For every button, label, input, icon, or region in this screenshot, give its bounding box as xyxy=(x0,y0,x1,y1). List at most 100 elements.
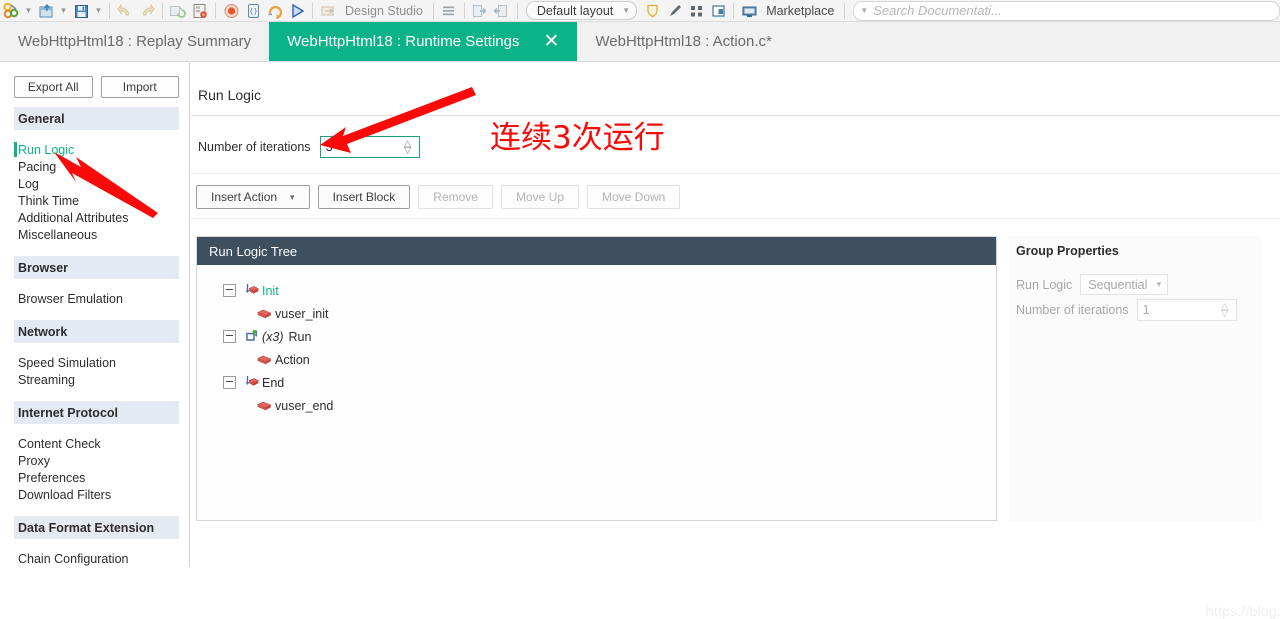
button-label: Insert Action xyxy=(211,190,278,204)
iterations-stepper[interactable]: 3 △ ▽ xyxy=(319,136,420,158)
toolbar-separator xyxy=(516,2,518,19)
chevron-down-icon[interactable]: ▼ xyxy=(860,6,868,15)
sidebar-item-pacing[interactable]: Pacing xyxy=(0,158,189,175)
button-label: Insert Block xyxy=(332,190,396,204)
run-icon[interactable] xyxy=(286,1,308,21)
sidebar-item-run-logic[interactable]: Run Logic xyxy=(0,141,189,158)
group-run-logic-label: Run Logic xyxy=(1016,277,1073,292)
chevron-down-icon: ▾ xyxy=(1156,279,1162,289)
marketplace-label[interactable]: Marketplace xyxy=(760,4,840,18)
record-icon[interactable] xyxy=(220,1,242,21)
group-properties-title: Group Properties xyxy=(1016,244,1119,258)
toolbar-separator xyxy=(109,2,110,19)
stepper-arrows-icon[interactable]: △ ▽ xyxy=(1217,302,1236,317)
tree-node-action[interactable]: Action xyxy=(197,348,996,371)
sidebar-item-browser-emulation[interactable]: Browser Emulation xyxy=(0,290,189,307)
chevron-down-icon[interactable]: ▼ xyxy=(22,1,35,21)
action-brick-icon xyxy=(257,306,275,321)
sidebar-item-preferences[interactable]: Preferences xyxy=(0,469,189,486)
sidebar-item-speed-simulation[interactable]: Speed Simulation xyxy=(0,354,189,371)
brush-icon[interactable] xyxy=(663,1,685,21)
collapse-icon[interactable] xyxy=(223,284,236,297)
tree-node-label: Action xyxy=(275,352,310,367)
marketplace-icon[interactable] xyxy=(738,1,760,21)
compile-script-icon[interactable] xyxy=(189,1,211,21)
step-into-icon xyxy=(469,1,491,21)
layout-selector[interactable]: Default layout ▼ xyxy=(525,1,638,20)
panel-icon[interactable] xyxy=(707,1,729,21)
sidebar-item-label: Proxy xyxy=(18,453,50,468)
collapse-icon[interactable] xyxy=(223,376,236,389)
layout-label: Default layout xyxy=(536,3,614,18)
close-icon[interactable]: ✕ xyxy=(535,32,567,51)
save-icon[interactable] xyxy=(70,1,92,21)
sidebar-item-proxy[interactable]: Proxy xyxy=(0,452,189,469)
step-over-icon xyxy=(491,1,513,21)
run-logic-tree-body[interactable]: Init vuser_init (x3) Run Action End vuse… xyxy=(197,265,996,520)
end-block-icon xyxy=(244,375,262,390)
button-label: Remove xyxy=(433,190,478,204)
group-iterations-stepper[interactable]: 1 △ ▽ xyxy=(1136,299,1237,321)
chevron-down-icon: ▾ xyxy=(290,191,295,202)
runtime-viewer-icon[interactable]: {} xyxy=(242,1,264,21)
new-script-icon[interactable] xyxy=(35,1,57,21)
grid-icon[interactable] xyxy=(685,1,707,21)
page-title: Run Logic xyxy=(198,87,262,103)
tab-label: WebHttpHtml18 : Action.c* xyxy=(595,33,772,50)
tab-replay-summary[interactable]: WebHttpHtml18 : Replay Summary xyxy=(0,22,269,61)
chevron-down-icon[interactable]: ▼ xyxy=(92,1,105,21)
divider xyxy=(191,218,1280,219)
tree-node-label: Run xyxy=(288,329,312,344)
chevron-down-icon[interactable]: ▼ xyxy=(57,1,70,21)
sidebar-section-browser: Browser xyxy=(14,256,179,279)
button-label: Move Up xyxy=(515,190,564,204)
sidebar-item-download-filters[interactable]: Download Filters xyxy=(0,486,189,503)
tree-node-run[interactable]: (x3) Run xyxy=(197,325,996,348)
button-label: Move Down xyxy=(602,190,666,204)
tree-node-vuser-init[interactable]: vuser_init xyxy=(197,302,996,325)
insert-action-button[interactable]: Insert Action ▾ xyxy=(196,185,310,209)
stepper-arrows-icon[interactable]: △ ▽ xyxy=(400,139,419,154)
import-button[interactable]: Import xyxy=(100,76,179,98)
sidebar-item-additional-attributes[interactable]: Additional Attributes xyxy=(0,209,189,226)
run-logic-panel: Run Logic Number of iterations 3 △ ▽ Inse… xyxy=(191,63,1280,619)
search-placeholder: Search Documentati... xyxy=(873,3,1002,18)
sidebar-item-label: Miscellaneous xyxy=(18,227,98,242)
sidebar-item-label: Content Check xyxy=(18,436,101,451)
sidebar-item-label: Additional Attributes xyxy=(18,210,129,225)
divider xyxy=(191,115,1280,116)
sidebar-item-chain-configuration[interactable]: Chain Configuration xyxy=(0,550,189,567)
collapse-icon[interactable] xyxy=(223,330,236,343)
move-up-button: Move Up xyxy=(500,185,579,209)
shield-icon[interactable] xyxy=(641,1,663,21)
export-all-button[interactable]: Export All xyxy=(14,76,93,98)
tree-node-init[interactable]: Init xyxy=(197,279,996,302)
sidebar-item-content-check[interactable]: Content Check xyxy=(0,435,189,452)
iterations-label: Number of iterations xyxy=(198,140,311,154)
divider xyxy=(191,173,1280,174)
tree-node-end[interactable]: End xyxy=(197,371,996,394)
tab-runtime-settings[interactable]: WebHttpHtml18 : Runtime Settings ✕ xyxy=(269,22,578,61)
tab-action-c[interactable]: WebHttpHtml18 : Action.c* xyxy=(577,22,789,61)
open-solution-icon[interactable] xyxy=(0,1,22,21)
tree-node-vuser-end[interactable]: vuser_end xyxy=(197,394,996,417)
sidebar-item-label: Streaming xyxy=(18,372,75,387)
replay-icon[interactable] xyxy=(264,1,286,21)
sidebar-item-label: Browser Emulation xyxy=(18,291,123,306)
iterations-row: Number of iterations 3 △ ▽ xyxy=(198,136,420,158)
iterations-value: 3 xyxy=(325,140,333,154)
sidebar-item-log[interactable]: Log xyxy=(0,175,189,192)
tab-label: WebHttpHtml18 : Runtime Settings xyxy=(287,33,520,50)
design-studio-label[interactable]: Design Studio xyxy=(339,4,429,18)
insert-block-button[interactable]: Insert Block xyxy=(317,185,411,209)
toolbar-separator xyxy=(844,2,846,19)
sidebar-item-label: Chain Configuration xyxy=(18,551,129,566)
sidebar-item-miscellaneous[interactable]: Miscellaneous xyxy=(0,226,189,243)
undo-icon xyxy=(114,1,136,21)
search-documentation-input[interactable]: ▼ Search Documentati... xyxy=(853,0,1280,21)
sidebar-item-think-time[interactable]: Think Time xyxy=(0,192,189,209)
group-run-logic-row: Run Logic Sequential ▾ xyxy=(1016,274,1169,295)
group-run-logic-select[interactable]: Sequential ▾ xyxy=(1080,274,1169,295)
group-iterations-value: 1 xyxy=(1142,303,1150,317)
sidebar-item-streaming[interactable]: Streaming xyxy=(0,371,189,388)
